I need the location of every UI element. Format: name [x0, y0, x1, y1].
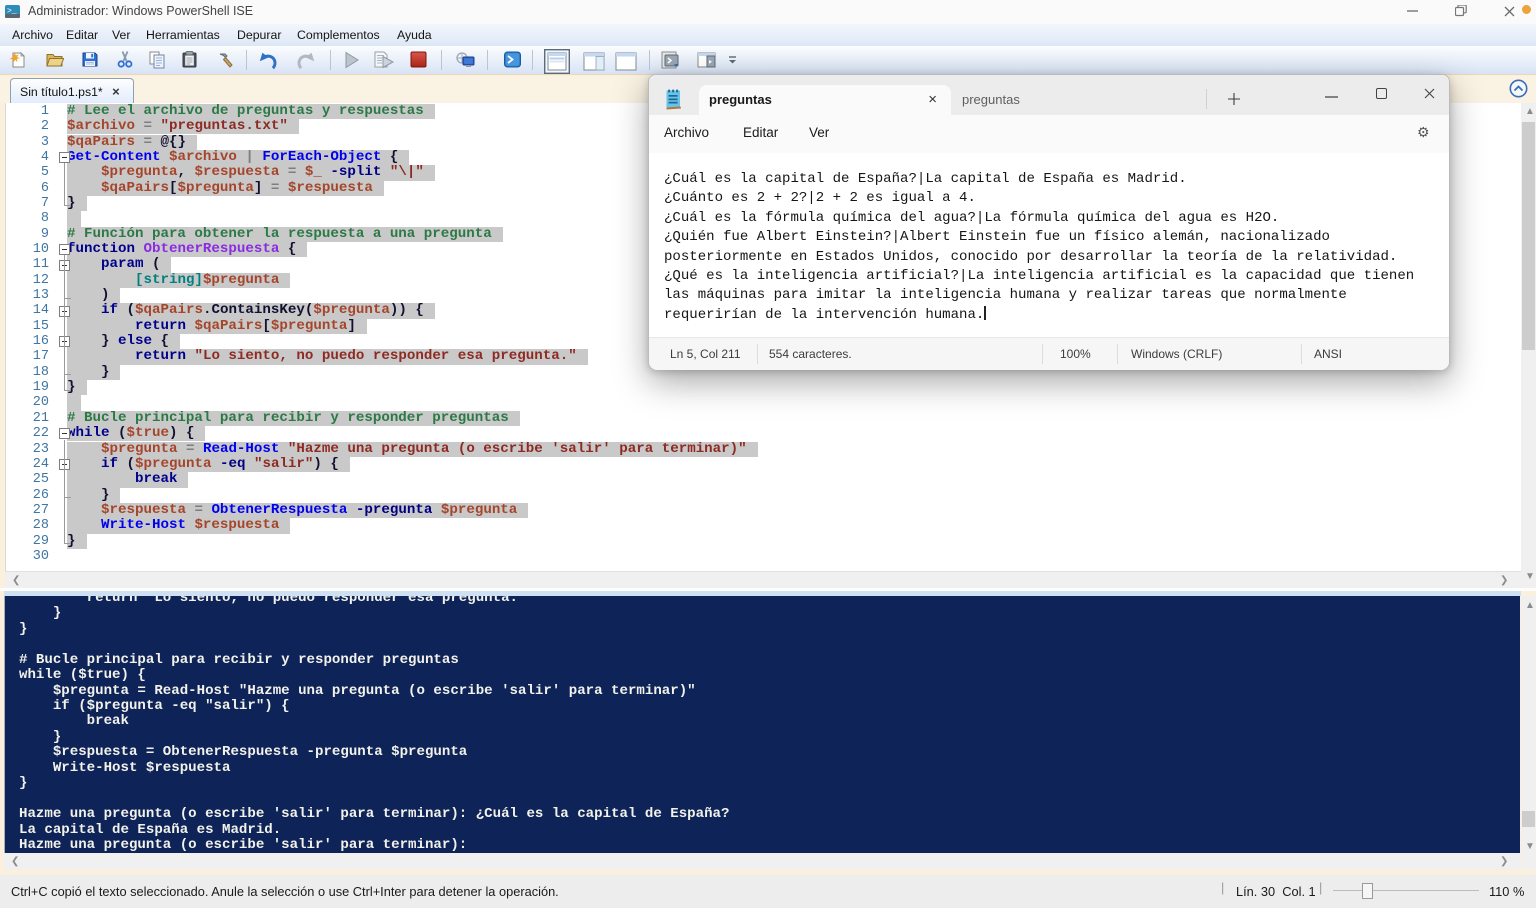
svg-text:>_: >_	[7, 7, 17, 16]
